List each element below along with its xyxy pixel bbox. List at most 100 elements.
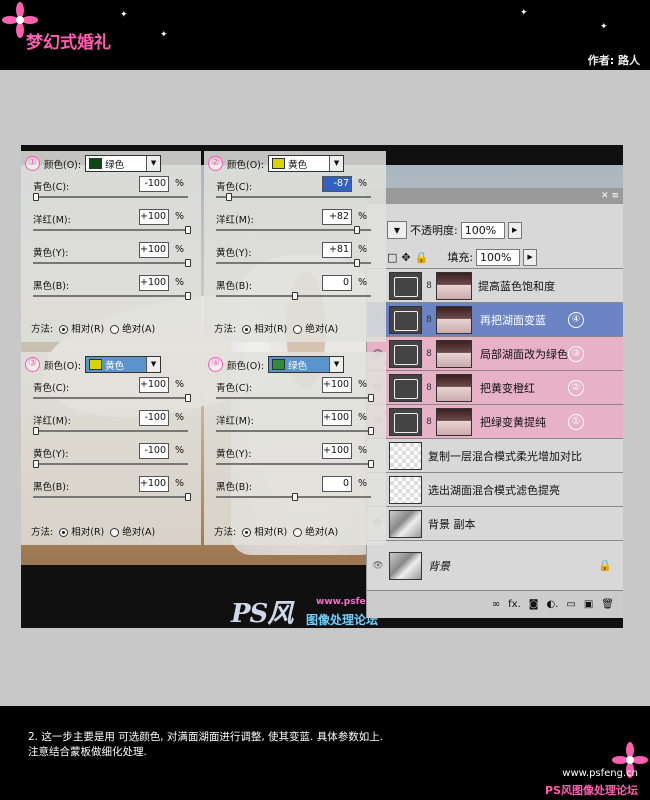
layer-row[interactable]: 👁 8 局部湖面改为绿色 ③ — [367, 336, 623, 370]
slider-knob[interactable] — [33, 460, 39, 468]
slider-track[interactable] — [216, 397, 371, 399]
slider-track[interactable] — [33, 397, 188, 399]
slider-knob[interactable] — [33, 427, 39, 435]
slider-value-input[interactable]: +100 — [322, 377, 352, 393]
slider-track[interactable] — [33, 463, 188, 465]
relative-option[interactable]: 相对(R) — [242, 524, 287, 538]
trash-icon[interactable]: 🗑 — [601, 599, 614, 610]
lock-pixels-icon[interactable]: □ — [387, 251, 397, 264]
visibility-icon[interactable]: 👁 — [367, 561, 389, 571]
slider-track[interactable] — [216, 430, 371, 432]
slider-knob[interactable] — [368, 427, 374, 435]
slider-value-input[interactable]: +100 — [139, 275, 169, 291]
color-select[interactable]: 黄色 ▼ — [268, 155, 345, 172]
slider-knob[interactable] — [185, 394, 191, 402]
absolute-option[interactable]: 绝对(A) — [293, 321, 338, 335]
radio-icon[interactable] — [110, 528, 120, 537]
slider-knob[interactable] — [292, 493, 298, 501]
slider-track[interactable] — [33, 262, 188, 264]
relative-option[interactable]: 相对(R) — [59, 321, 104, 335]
slider-knob[interactable] — [353, 259, 360, 267]
layer-row[interactable]: 8 提高蓝色饱和度 — [367, 268, 623, 302]
layer-row[interactable]: 👁 背景 🔒 — [367, 540, 623, 590]
slider-value-input[interactable]: +100 — [322, 410, 352, 426]
color-select[interactable]: 黄色 ▼ — [85, 356, 162, 373]
slider-value-input[interactable]: +81 — [322, 242, 352, 258]
radio-icon[interactable] — [293, 325, 303, 334]
new-layer-icon[interactable]: ▣ — [584, 599, 593, 610]
slider-track[interactable] — [33, 496, 188, 498]
radio-selected-icon[interactable] — [242, 528, 252, 537]
slider-knob[interactable] — [185, 292, 191, 300]
slider-value-input[interactable]: 0 — [322, 275, 352, 291]
slider-track[interactable] — [33, 196, 188, 198]
absolute-option[interactable]: 绝对(A) — [293, 524, 338, 538]
color-select[interactable]: 绿色 ▼ — [268, 356, 345, 373]
blend-mode-dropdown[interactable]: ▼ — [387, 221, 407, 239]
layer-row[interactable]: 👁 8 把绿变黄提纯 ① — [367, 404, 623, 438]
slider-value-input[interactable]: -100 — [139, 410, 169, 426]
layer-name: 复制一层混合模式柔光增加对比 — [428, 449, 582, 463]
slider-value-input[interactable]: +100 — [139, 377, 169, 393]
slider-knob[interactable] — [354, 226, 361, 234]
slider-value-input[interactable]: +82 — [322, 209, 352, 225]
lock-all-icon[interactable]: 🔒 — [415, 251, 429, 264]
fill-input[interactable]: 100% — [476, 248, 521, 266]
slider-knob[interactable] — [185, 493, 191, 501]
radio-icon[interactable] — [293, 528, 303, 537]
slider-knob[interactable] — [368, 394, 374, 402]
layer-row[interactable]: 选出湖面混合模式滤色提亮 — [367, 472, 623, 506]
group-folder-icon[interactable]: ▭ — [566, 599, 575, 610]
slider-track[interactable] — [216, 229, 371, 231]
absolute-option[interactable]: 绝对(A) — [110, 321, 155, 335]
selective-color-dialog: ① 颜色(O): 绿色 ▼ 青色(C): -100% 洋红(M): +100% 黄色(Y… — [21, 151, 201, 342]
layer-mask-thumbnail[interactable] — [436, 407, 472, 436]
slider-value-input[interactable]: +100 — [139, 242, 169, 258]
adjustment-layer-icon[interactable]: ◐. — [546, 599, 558, 610]
absolute-option[interactable]: 绝对(A) — [110, 524, 155, 538]
radio-icon[interactable] — [110, 325, 120, 334]
slider-track[interactable] — [216, 463, 371, 465]
layer-mask-thumbnail[interactable] — [436, 305, 472, 334]
slider-track[interactable] — [33, 295, 188, 297]
radio-selected-icon[interactable] — [59, 528, 69, 537]
layer-row[interactable]: 👁 背景 副本 — [367, 506, 623, 540]
slider-knob[interactable] — [225, 193, 232, 201]
slider-track[interactable] — [33, 229, 188, 231]
color-select[interactable]: 绿色 ▼ — [85, 155, 162, 172]
opacity-input[interactable]: 100% — [460, 221, 505, 239]
slider-knob[interactable] — [368, 460, 374, 468]
slider-track[interactable] — [216, 196, 371, 198]
layer-row[interactable]: 👁 8 把黄变橙红 ② — [367, 370, 623, 404]
slider-knob[interactable] — [292, 292, 298, 300]
slider-value-input[interactable]: -87 — [322, 176, 352, 192]
relative-option[interactable]: 相对(R) — [242, 321, 287, 335]
slider-knob[interactable] — [185, 226, 191, 234]
layer-row[interactable]: 👁 8 再把湖面变蓝 ④ — [367, 302, 623, 336]
link-layers-icon[interactable]: ∞ — [492, 599, 500, 610]
slider-value-input[interactable]: +100 — [322, 443, 352, 459]
slider-value-input[interactable]: +100 — [139, 209, 169, 225]
lock-position-icon[interactable]: ✥ — [401, 251, 410, 264]
layer-mask-thumbnail[interactable] — [436, 373, 472, 402]
add-mask-icon[interactable]: ◙ — [529, 599, 539, 610]
slider-track[interactable] — [216, 262, 371, 264]
panel-menu-icon[interactable]: ✕ ≡ — [367, 188, 623, 204]
slider-value-input[interactable]: -100 — [139, 176, 169, 192]
layer-row[interactable]: 复制一层混合模式柔光增加对比 — [367, 438, 623, 472]
fx-icon[interactable]: fx. — [508, 599, 521, 610]
page-header: ✦ ✦ ✦ ✦ 梦幻式婚礼 作者: 路人 — [0, 0, 650, 70]
radio-selected-icon[interactable] — [242, 325, 252, 334]
slider-knob[interactable] — [185, 259, 191, 267]
slider-knob[interactable] — [33, 193, 39, 201]
layer-mask-thumbnail[interactable] — [436, 339, 472, 368]
radio-selected-icon[interactable] — [59, 325, 69, 334]
fill-arrow-button[interactable]: ▶ — [523, 248, 538, 266]
slider-track[interactable] — [33, 430, 188, 432]
opacity-arrow-button[interactable]: ▶ — [507, 221, 522, 239]
slider-value-input[interactable]: +100 — [139, 476, 169, 492]
slider-value-input[interactable]: -100 — [139, 443, 169, 459]
slider-value-input[interactable]: 0 — [322, 476, 352, 492]
layer-mask-thumbnail[interactable] — [436, 271, 472, 300]
relative-option[interactable]: 相对(R) — [59, 524, 104, 538]
